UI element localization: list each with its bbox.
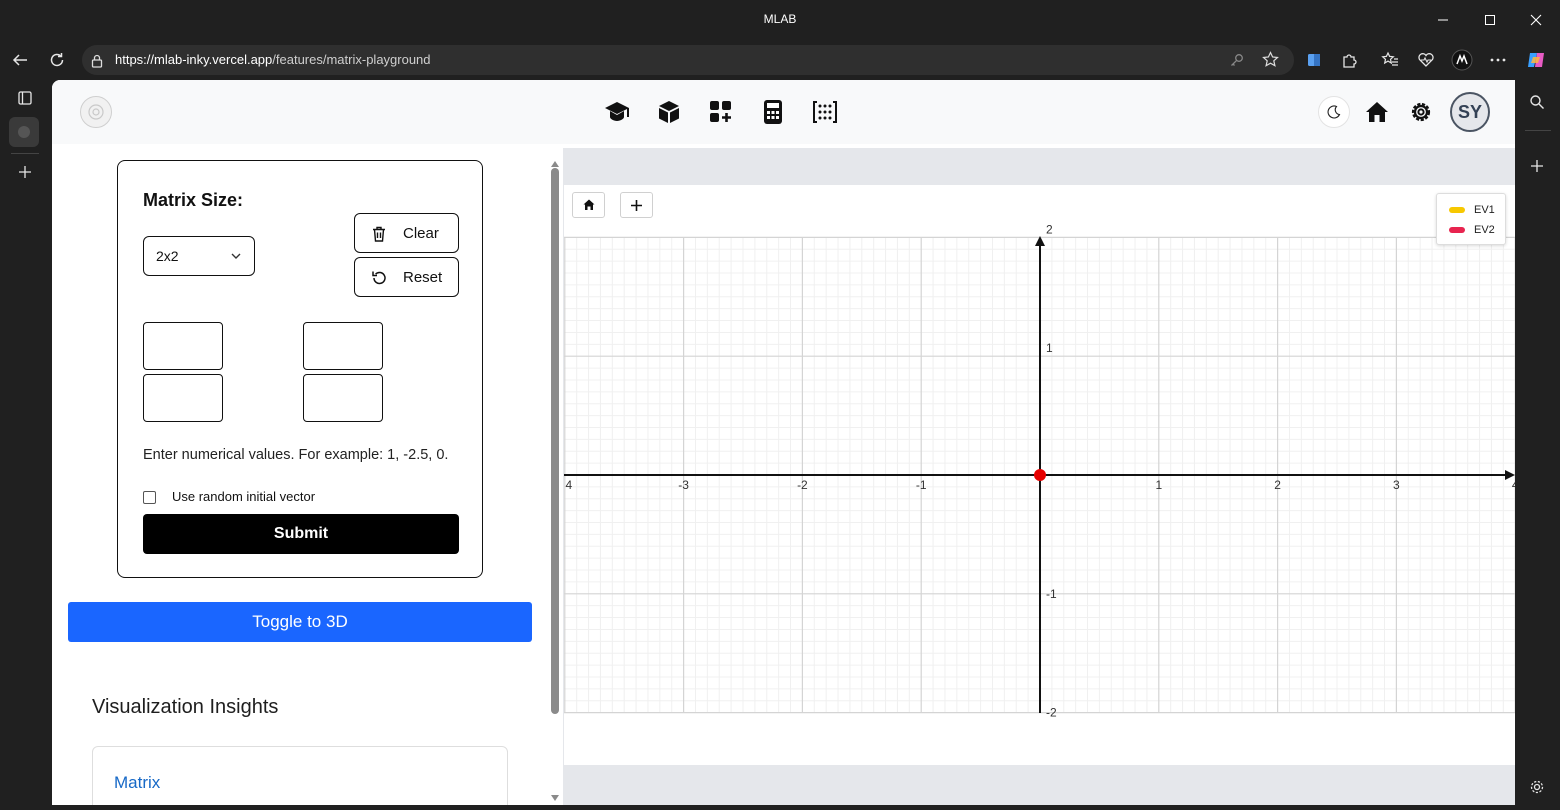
lock-icon bbox=[91, 53, 103, 72]
app-header: SY bbox=[52, 80, 1515, 144]
x-tick-label: -3 bbox=[678, 478, 689, 492]
x-tick-label: 1 bbox=[1155, 478, 1162, 492]
controls-panel: Matrix Size: 2x2 Clear Reset Enter numer… bbox=[52, 144, 563, 805]
chevron-down-icon bbox=[230, 249, 242, 265]
trash-icon bbox=[370, 225, 388, 243]
favorite-star-icon[interactable] bbox=[1262, 51, 1279, 72]
matrix-size-value: 2x2 bbox=[156, 248, 179, 264]
y-tick-label: -1 bbox=[1046, 587, 1057, 601]
legend-swatch bbox=[1449, 207, 1465, 213]
reset-button[interactable]: Reset bbox=[354, 257, 459, 297]
plot-area: 4 -3 -2 -1 1 2 3 4 2 1 -1 -2 EV1 EV2 bbox=[563, 148, 1515, 805]
plot-canvas[interactable]: 4 -3 -2 -1 1 2 3 4 2 1 -1 -2 EV1 EV2 bbox=[564, 185, 1515, 765]
url-host: https://mlab-inky.vercel.app bbox=[115, 52, 273, 67]
panel-scrollbar[interactable] bbox=[548, 148, 562, 805]
page-viewport: SY Matrix Size: 2x2 Clear Reset Enter nu… bbox=[52, 80, 1515, 805]
reset-rotate-icon bbox=[370, 269, 388, 287]
matrix-input-card: Matrix Size: 2x2 Clear Reset Enter numer… bbox=[117, 160, 483, 578]
scroll-down-arrow-icon[interactable] bbox=[551, 788, 559, 805]
extensions-icon[interactable] bbox=[1337, 47, 1363, 73]
home-icon[interactable] bbox=[1361, 96, 1393, 128]
reading-view-icon[interactable] bbox=[1301, 47, 1327, 73]
favorites-icon[interactable] bbox=[1377, 47, 1403, 73]
settings-gear-icon[interactable] bbox=[1405, 96, 1437, 128]
profile-extension-icon[interactable] bbox=[1449, 47, 1475, 73]
matrix-cell-input[interactable] bbox=[143, 374, 223, 422]
password-key-icon[interactable] bbox=[1229, 52, 1245, 72]
copilot-icon[interactable] bbox=[1523, 47, 1549, 73]
app-logo[interactable] bbox=[80, 96, 112, 128]
clear-button[interactable]: Clear bbox=[354, 213, 459, 253]
y-tick-label: -2 bbox=[1046, 706, 1057, 720]
window-titlebar: MLAB bbox=[0, 0, 1560, 40]
submit-button[interactable]: Submit bbox=[143, 514, 459, 554]
sidebar-add-icon[interactable] bbox=[1522, 151, 1552, 181]
insights-heading: Visualization Insights bbox=[92, 696, 279, 718]
insight-card: Matrix bbox=[92, 746, 508, 805]
avatar[interactable]: SY bbox=[1450, 92, 1490, 132]
plot-home-button[interactable] bbox=[572, 192, 605, 218]
random-vector-label: Use random initial vector bbox=[172, 489, 316, 504]
y-tick-label: 2 bbox=[1046, 222, 1053, 236]
insight-matrix-link[interactable]: Matrix bbox=[114, 773, 160, 793]
apps-add-icon[interactable] bbox=[705, 96, 737, 128]
dark-mode-moon-icon[interactable] bbox=[1318, 96, 1350, 128]
legend-swatch bbox=[1449, 227, 1465, 233]
more-menu-icon[interactable] bbox=[1485, 47, 1511, 73]
y-tick-label: 1 bbox=[1046, 341, 1053, 355]
x-tick-label: 4 bbox=[1512, 478, 1515, 492]
random-vector-checkbox[interactable] bbox=[143, 491, 156, 504]
reset-label: Reset bbox=[403, 269, 443, 286]
x-tick-label: -1 bbox=[916, 478, 927, 492]
sidebar-settings-gear-icon[interactable] bbox=[1522, 772, 1552, 802]
rail-divider bbox=[1525, 130, 1551, 131]
scrollbar-thumb[interactable] bbox=[551, 168, 559, 714]
matrix-size-label: Matrix Size: bbox=[143, 190, 244, 210]
legend-label: EV1 bbox=[1474, 204, 1495, 216]
browser-right-rail bbox=[1517, 80, 1560, 810]
coordinate-plane[interactable]: 4 -3 -2 -1 1 2 3 4 2 1 -1 -2 bbox=[564, 185, 1515, 765]
url-text: https://mlab-inky.vercel.app/features/ma… bbox=[115, 52, 431, 67]
toggle-3d-button[interactable]: Toggle to 3D bbox=[68, 602, 532, 642]
clear-label: Clear bbox=[403, 225, 439, 242]
x-tick-label: -2 bbox=[797, 478, 808, 492]
maximize-button[interactable] bbox=[1477, 8, 1503, 32]
minimize-button[interactable] bbox=[1430, 8, 1456, 32]
legend-label: EV2 bbox=[1474, 224, 1495, 236]
health-heart-icon[interactable] bbox=[1413, 47, 1439, 73]
matrix-size-select[interactable]: 2x2 bbox=[143, 236, 255, 276]
address-bar[interactable]: https://mlab-inky.vercel.app/features/ma… bbox=[82, 45, 1294, 75]
matrix-cell-input[interactable] bbox=[303, 374, 383, 422]
plot-add-button[interactable] bbox=[620, 192, 653, 218]
x-tick-label: 4 bbox=[565, 478, 572, 492]
active-tab-favicon[interactable] bbox=[9, 117, 39, 147]
refresh-button[interactable] bbox=[44, 48, 70, 72]
x-tick-label: 2 bbox=[1274, 478, 1281, 492]
rail-divider bbox=[11, 153, 39, 154]
close-window-button[interactable] bbox=[1523, 8, 1549, 32]
legend-item: EV2 bbox=[1449, 222, 1495, 238]
url-path: /features/matrix-playground bbox=[272, 52, 431, 67]
matrix-grid-icon[interactable] bbox=[809, 96, 841, 128]
origin-point bbox=[1034, 469, 1046, 481]
plot-legend: EV1 EV2 bbox=[1436, 193, 1506, 245]
cube-icon[interactable] bbox=[653, 96, 685, 128]
matrix-cell-input[interactable] bbox=[303, 322, 383, 370]
back-button[interactable] bbox=[7, 48, 33, 72]
matrix-cell-input[interactable] bbox=[143, 322, 223, 370]
x-tick-label: 3 bbox=[1393, 478, 1400, 492]
tab-actions-icon[interactable] bbox=[10, 83, 40, 113]
calculator-icon[interactable] bbox=[757, 96, 789, 128]
browser-left-rail bbox=[0, 80, 50, 810]
graduation-cap-icon[interactable] bbox=[601, 96, 633, 128]
legend-item: EV1 bbox=[1449, 202, 1495, 218]
window-title: MLAB bbox=[763, 12, 797, 26]
new-tab-plus-icon[interactable] bbox=[10, 157, 40, 187]
input-hint: Enter numerical values. For example: 1, … bbox=[143, 447, 449, 463]
sidebar-search-icon[interactable] bbox=[1522, 87, 1552, 117]
